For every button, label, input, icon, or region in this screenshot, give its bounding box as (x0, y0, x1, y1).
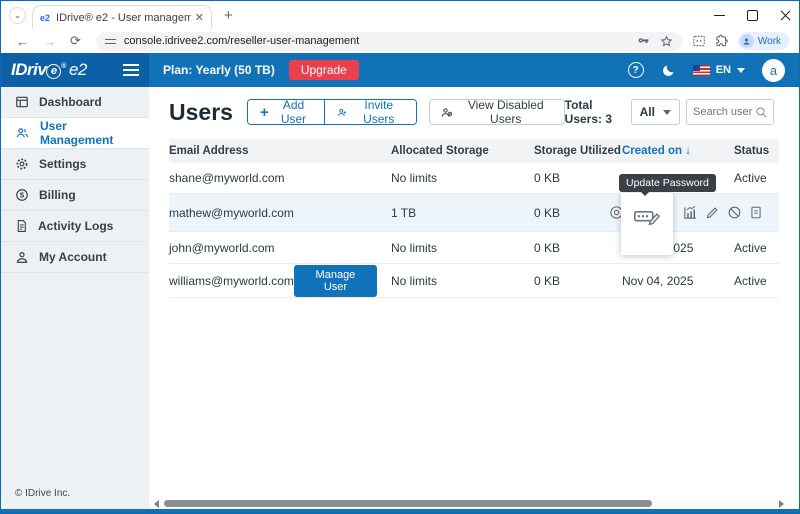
language-selector[interactable]: EN (693, 64, 745, 76)
url-text[interactable]: console.idrivee2.com/reseller-user-manag… (124, 35, 637, 47)
side-panel-icon[interactable] (692, 34, 706, 48)
person-icon (15, 250, 29, 264)
app-header: IDrive®e2 Plan: Yearly (50 TB) Upgrade ?… (1, 53, 799, 87)
document-icon (15, 219, 28, 233)
users-icon (15, 126, 30, 140)
window-bottom-border (1, 509, 799, 513)
copyright-text: © IDrive Inc. (1, 478, 149, 509)
tab-search-chevron[interactable]: ⌄ (9, 7, 26, 24)
page-title: Users (169, 99, 233, 126)
total-users-count: Total Users: 3 (565, 98, 621, 126)
view-disabled-users-button[interactable]: View Disabled Users (429, 99, 565, 125)
dashboard-icon (15, 95, 29, 109)
scrollbar-thumb[interactable] (164, 500, 652, 507)
dollar-circle-icon: $ (15, 188, 29, 202)
sidebar: Dashboard User Management Settings $ Bil… (1, 87, 149, 509)
browser-toolbar: ← → ⟳ console.idrivee2.com/reseller-user… (1, 29, 799, 53)
new-tab-button[interactable]: + (224, 7, 233, 24)
table-row[interactable]: john@myworld.com No limits 0 KB Dec 23, … (169, 232, 779, 264)
password-key-icon[interactable] (637, 35, 650, 48)
sidebar-item-user-management[interactable]: User Management (1, 118, 149, 149)
upgrade-button[interactable]: Upgrade (289, 60, 359, 80)
table-row[interactable]: williams@myworld.com Manage User No limi… (169, 264, 779, 298)
profile-name: Work (758, 36, 781, 47)
tab-title: IDrive® e2 - User management (56, 12, 191, 24)
plan-label: Plan: Yearly (50 TB) (163, 63, 275, 77)
horizontal-scrollbar[interactable] (149, 499, 789, 508)
sort-desc-icon: ↓ (685, 145, 691, 157)
users-table: Email Address Allocated Storage Storage … (169, 139, 779, 298)
col-created-sortable[interactable]: Created on ↓ (622, 145, 734, 157)
usage-graph-icon[interactable] (679, 205, 701, 220)
status-badge: Active (734, 171, 779, 185)
language-code: EN (716, 64, 731, 76)
chevron-down-icon (737, 68, 745, 73)
col-utilized: Storage Utilized (534, 145, 622, 157)
search-icon (755, 106, 768, 119)
manage-user-button[interactable]: Manage User (294, 265, 377, 297)
col-allocated: Allocated Storage (391, 145, 534, 157)
table-header-row: Email Address Allocated Storage Storage … (169, 139, 779, 163)
edit-pencil-icon[interactable] (701, 205, 723, 220)
browser-tab[interactable]: e2 IDrive® e2 - User management ✕ (32, 5, 212, 29)
tab-close-icon[interactable]: ✕ (195, 11, 204, 24)
window-maximize-button[interactable] (747, 10, 758, 21)
add-user-button[interactable]: + Add User (248, 100, 324, 124)
table-row-hovered[interactable]: mathew@myworld.com 1 TB 0 KB (169, 194, 779, 232)
chevron-down-icon (663, 110, 671, 115)
sidebar-item-my-account[interactable]: My Account (1, 242, 149, 273)
window-minimize-button[interactable] (714, 10, 725, 21)
sidebar-item-billing[interactable]: $ Billing (1, 180, 149, 211)
scroll-right-arrow-icon[interactable] (779, 500, 784, 508)
col-email: Email Address (169, 145, 391, 157)
sidebar-item-activity-logs[interactable]: Activity Logs (1, 211, 149, 242)
col-status: Status (734, 145, 779, 157)
user-disabled-icon (441, 106, 453, 119)
favicon: e2 (40, 13, 50, 23)
idrive-e2-logo: IDrive®e2 (11, 60, 87, 80)
plus-icon: + (260, 104, 269, 121)
browser-titlebar: ⌄ e2 IDrive® e2 - User management ✕ + (1, 1, 799, 29)
update-password-card[interactable] (621, 193, 673, 255)
profile-avatar-icon (740, 34, 754, 48)
back-icon[interactable]: ← (16, 34, 29, 49)
user-filter-dropdown[interactable]: All (631, 99, 680, 125)
address-bar[interactable]: console.idrivee2.com/reseller-user-manag… (96, 32, 682, 51)
browser-window: ⌄ e2 IDrive® e2 - User management ✕ + ← … (0, 0, 800, 514)
status-badge: Active (734, 241, 779, 255)
account-avatar[interactable]: a (762, 59, 785, 82)
view-logs-icon[interactable] (745, 205, 767, 220)
disable-user-icon[interactable] (723, 205, 745, 220)
bookmark-star-icon[interactable] (660, 35, 673, 48)
user-plus-icon (337, 106, 347, 119)
dark-mode-moon-icon[interactable] (661, 63, 676, 78)
reload-icon[interactable]: ⟳ (70, 33, 81, 49)
search-input[interactable] (693, 106, 755, 118)
sidebar-item-settings[interactable]: Settings (1, 149, 149, 180)
update-password-tooltip: Update Password (619, 174, 716, 192)
scroll-left-arrow-icon[interactable] (154, 500, 159, 508)
logo-zone: IDrive®e2 (1, 53, 149, 87)
browser-profile-chip[interactable]: Work (738, 32, 789, 50)
site-info-icon[interactable] (105, 36, 116, 47)
status-badge: Active (734, 274, 779, 288)
extensions-puzzle-icon[interactable] (715, 34, 729, 48)
hamburger-menu-icon[interactable] (123, 61, 139, 79)
us-flag-icon (693, 65, 710, 76)
help-icon[interactable]: ? (628, 62, 644, 78)
forward-icon[interactable]: → (43, 34, 56, 49)
svg-text:$: $ (20, 191, 25, 200)
search-user-box[interactable] (686, 99, 774, 125)
sidebar-item-dashboard[interactable]: Dashboard (1, 87, 149, 118)
update-password-icon (634, 205, 660, 225)
invite-users-button[interactable]: Invite Users (324, 100, 416, 124)
main-content: Users + Add User Invite Users View Disab… (149, 87, 799, 509)
gear-icon (15, 157, 29, 171)
window-close-button[interactable] (780, 10, 791, 21)
